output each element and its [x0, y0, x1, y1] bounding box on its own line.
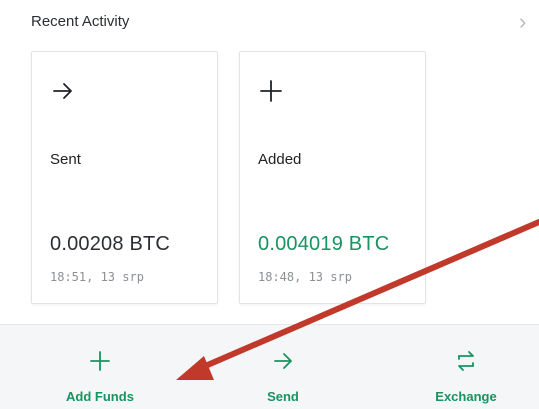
chevron-right-icon[interactable]: › — [519, 9, 526, 35]
activity-time: 18:48, 13 srp — [258, 270, 352, 284]
activity-type-label: Added — [258, 151, 302, 168]
send-label: Send — [267, 389, 299, 404]
arrow-right-icon — [274, 353, 292, 369]
exchange-button[interactable]: Exchange — [401, 325, 531, 409]
action-bar: Add Funds Send Exchange — [0, 324, 539, 409]
activity-amount: 0.00208 BTC — [50, 233, 171, 255]
section-title: Recent Activity — [31, 13, 130, 30]
add-funds-button[interactable]: Add Funds — [35, 325, 165, 409]
activity-card-sent[interactable]: Sent 0.00208 BTC 18:51, 13 srp — [31, 51, 218, 304]
recent-activity-header[interactable]: Recent Activity › — [31, 9, 539, 35]
activity-card-added[interactable]: Added 0.004019 BTC 18:48, 13 srp — [239, 51, 426, 304]
add-funds-label: Add Funds — [66, 389, 134, 404]
activity-time: 18:51, 13 srp — [50, 270, 144, 284]
arrow-right-icon — [53, 83, 72, 99]
activity-type-label: Sent — [50, 151, 81, 168]
activity-amount: 0.004019 BTC — [258, 233, 390, 255]
swap-icon — [458, 351, 474, 371]
exchange-label: Exchange — [435, 389, 497, 404]
send-button[interactable]: Send — [218, 325, 348, 409]
plus-icon — [90, 351, 110, 371]
plus-icon — [260, 80, 282, 102]
